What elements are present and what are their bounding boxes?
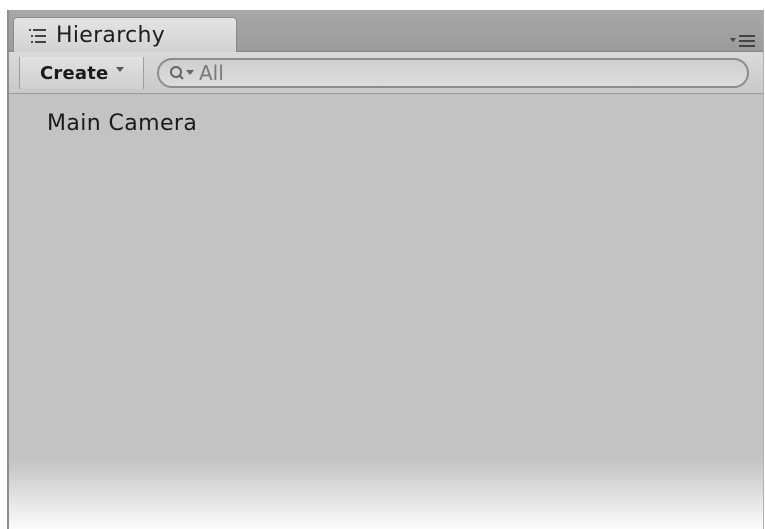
tab-title: Hierarchy — [56, 23, 166, 48]
search-input[interactable] — [199, 61, 719, 85]
search-dropdown-icon[interactable] — [167, 64, 199, 82]
search-field[interactable] — [157, 58, 749, 88]
hierarchy-toolbar: Create — [9, 52, 763, 94]
tab-hierarchy[interactable]: Hierarchy — [13, 17, 237, 53]
hierarchy-list: Main Camera — [9, 94, 763, 529]
hierarchy-panel: Hierarchy Create All Main Camera — [7, 10, 764, 529]
create-label: Create — [40, 62, 109, 84]
hierarchy-list-icon — [28, 28, 48, 44]
panel-menu-icon[interactable] — [729, 34, 757, 48]
tab-strip: Hierarchy — [9, 10, 763, 53]
list-item-label: Main Camera — [47, 110, 198, 136]
create-button[interactable]: Create — [19, 57, 144, 89]
dropdown-arrow-icon — [116, 66, 125, 72]
hierarchy-item-main-camera[interactable]: Main Camera — [47, 108, 197, 138]
